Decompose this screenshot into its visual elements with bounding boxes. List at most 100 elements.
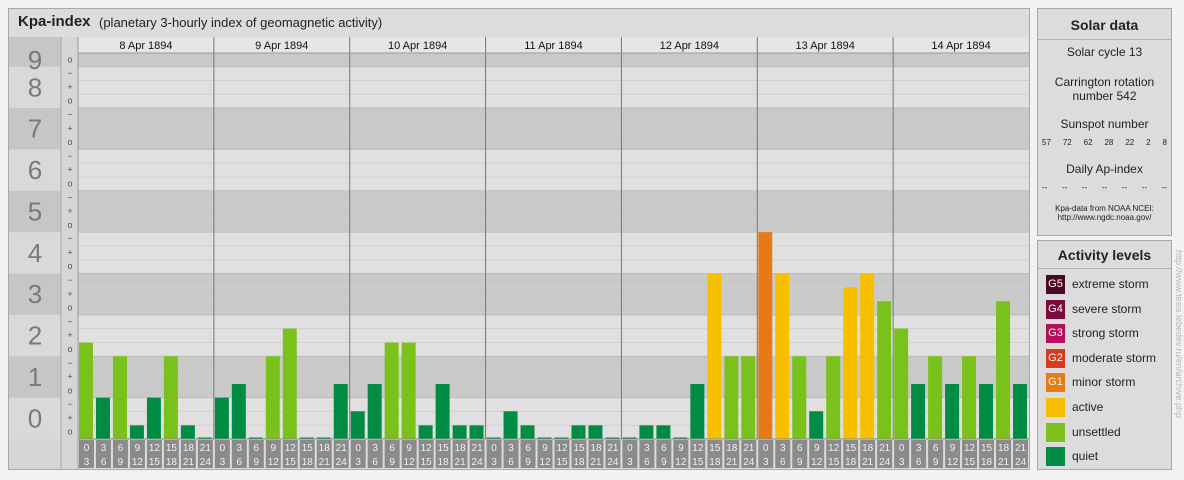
kp-bar: [163, 356, 178, 439]
credit-text: http://www.tesis.lebedev.ru/en/archive.p…: [1174, 250, 1184, 418]
interval-label: 18: [998, 443, 1010, 454]
interval-label: 18: [438, 457, 450, 468]
legend-label: active: [1072, 400, 1104, 414]
day-label: 14 Apr 1894: [931, 40, 990, 52]
kp-bar: [571, 425, 586, 439]
interval-label: 9: [933, 457, 939, 468]
interval-label: 21: [590, 457, 602, 468]
interval-label: 15: [285, 457, 297, 468]
interval-label: 21: [607, 443, 619, 454]
interval-label: 3: [508, 443, 514, 454]
interval-label: 15: [438, 443, 450, 454]
legend-swatch: G2: [1046, 348, 1065, 368]
minor-tick-mark: o: [67, 54, 72, 64]
y-band: [78, 53, 1029, 67]
sunspot-value: 57: [1042, 138, 1051, 147]
minor-tick-mark: o: [67, 178, 72, 188]
kp-bar: [231, 383, 246, 439]
interval-label: 21: [726, 457, 738, 468]
interval-label: 9: [135, 443, 141, 454]
day-label: 13 Apr 1894: [796, 40, 855, 52]
kp-bar: [503, 411, 518, 439]
minor-tick-mark: −: [67, 151, 72, 161]
kp-bar: [79, 342, 93, 439]
kp-bar: [469, 425, 484, 439]
y-tick-label: 3: [28, 279, 42, 309]
kp-bar: [945, 383, 960, 439]
kp-bar: [146, 397, 161, 439]
interval-label: 24: [607, 457, 619, 468]
interval-label: 12: [828, 443, 840, 454]
interval-label: 3: [355, 457, 361, 468]
sunspot-values: 57 72 62 28 22 2 8: [1042, 138, 1167, 147]
divider: [1038, 268, 1171, 269]
interval-label: 6: [254, 443, 260, 454]
y-band: [78, 232, 1029, 274]
minor-tick-mark: −: [67, 358, 72, 368]
interval-label: 0: [627, 443, 633, 454]
minor-tick-mark: o: [67, 427, 72, 437]
interval-label: 9: [950, 443, 956, 454]
kp-bar: [775, 273, 790, 439]
kp-bar: [707, 273, 722, 439]
y-band: [78, 149, 1029, 191]
minor-tick-mark: −: [67, 316, 72, 326]
kp-bar: [214, 397, 229, 439]
ap-value: --: [1081, 183, 1088, 192]
kp-bar: [333, 383, 348, 439]
day-label: 12 Apr 1894: [660, 40, 719, 52]
minor-tick-mark: +: [67, 123, 72, 133]
interval-label: 6: [372, 457, 378, 468]
carrington-rotation: Carrington rotation number 542: [1054, 75, 1155, 103]
interval-label: 3: [916, 443, 922, 454]
interval-label: 9: [814, 443, 820, 454]
interval-label: 18: [455, 443, 467, 454]
sunspot-value: 62: [1083, 138, 1093, 147]
interval-label: 0: [491, 443, 497, 454]
kp-bar: [860, 273, 875, 439]
ap-index-values: -- -- -- -- -- -- --: [1042, 183, 1167, 192]
legend-swatch: G1: [1046, 373, 1065, 393]
legend-label: moderate storm: [1072, 350, 1157, 365]
minor-tick-mark: +: [67, 206, 72, 216]
minor-tick-mark: +: [67, 330, 72, 340]
interval-label: 21: [455, 457, 467, 468]
day-label: 10 Apr 1894: [388, 40, 447, 52]
minor-tick-mark: +: [67, 165, 72, 175]
interval-label: 12: [539, 457, 551, 468]
sunspot-value: 22: [1125, 138, 1135, 147]
legend-label: strong storm: [1072, 326, 1139, 341]
interval-label: 9: [661, 457, 667, 468]
day-label: 8 Apr 1894: [119, 40, 172, 52]
interval-label: 18: [166, 457, 178, 468]
interval-label: 18: [726, 443, 738, 454]
kp-bar: [418, 425, 433, 439]
kp-bar: [996, 301, 1011, 439]
kp-bar: [690, 383, 705, 439]
interval-label: 21: [336, 443, 348, 454]
kp-bar: [979, 383, 994, 439]
interval-label: 9: [389, 457, 395, 468]
interval-label: 15: [302, 443, 314, 454]
interval-label: 24: [336, 457, 348, 468]
interval-label: 21: [743, 443, 755, 454]
interval-label: 6: [661, 443, 667, 454]
interval-label: 9: [542, 443, 548, 454]
kp-bar: [265, 356, 280, 439]
legend-swatch: [1046, 398, 1065, 417]
interval-label: 3: [899, 457, 905, 468]
interval-label: 21: [183, 457, 195, 468]
minor-tick-mark: o: [67, 137, 72, 147]
interval-label: 21: [998, 457, 1010, 468]
sunspot-value: 72: [1062, 138, 1072, 147]
kp-bar: [741, 356, 756, 439]
kp-bar: [656, 425, 671, 439]
y-tick-label: 6: [28, 155, 42, 185]
legend-swatch: [1046, 447, 1065, 467]
minor-tick-mark: o: [67, 385, 72, 395]
minor-tick-mark: −: [67, 275, 72, 285]
kp-bar: [401, 342, 416, 439]
y-band: [78, 66, 1029, 109]
interval-label: 24: [743, 457, 755, 468]
kp-bar: [758, 232, 773, 439]
